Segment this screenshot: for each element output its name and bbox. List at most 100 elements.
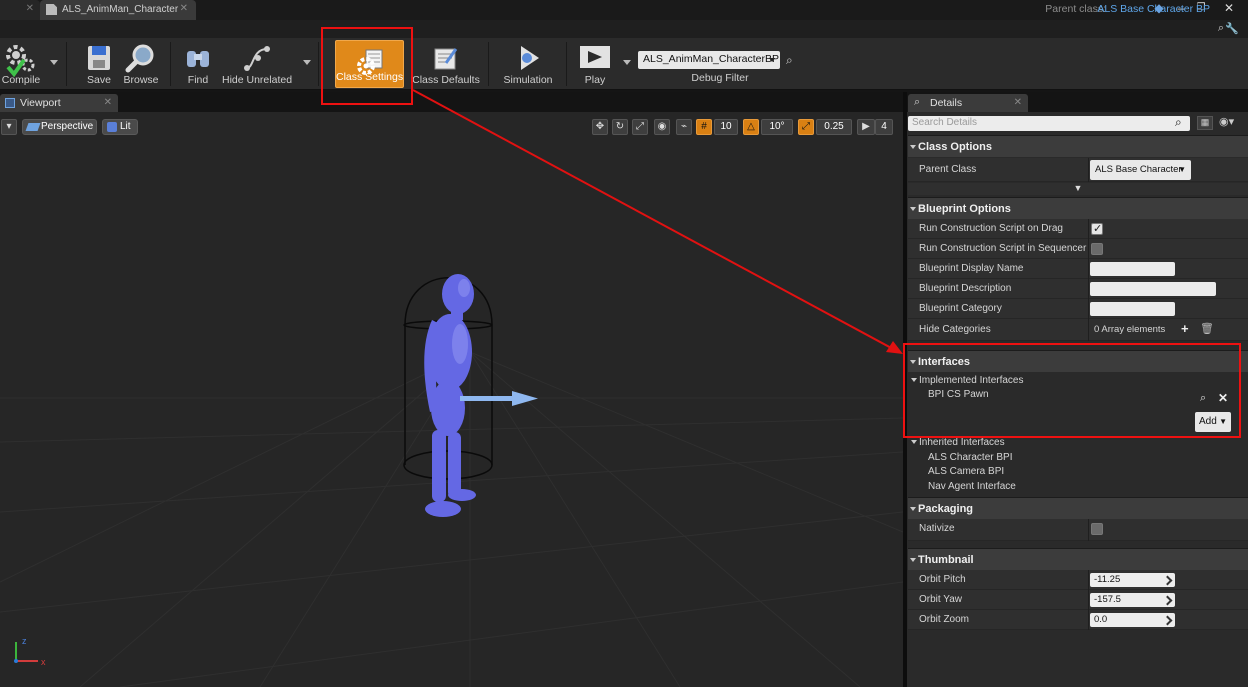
tab-details[interactable]: ⌕ Details ✕ bbox=[908, 94, 1028, 112]
orbit-yaw-input[interactable]: -157.5 bbox=[1090, 593, 1175, 607]
bp-display-name-input[interactable] bbox=[1090, 262, 1175, 276]
close-window-button[interactable]: ✕ bbox=[1220, 1, 1238, 16]
surface-snap-icon[interactable]: ⌁ bbox=[676, 119, 692, 135]
category-thumbnail[interactable]: Thumbnail bbox=[908, 548, 1248, 570]
debug-filter-label: Debug Filter bbox=[691, 72, 749, 84]
hide-unrelated-button[interactable]: Hide Unrelated bbox=[222, 38, 292, 90]
class-defaults-button[interactable]: Class Defaults bbox=[412, 38, 480, 90]
inherited-interfaces-header[interactable]: Inherited Interfaces bbox=[908, 436, 1248, 451]
orbit-pitch-input[interactable]: -11.25 bbox=[1090, 573, 1175, 587]
search-details-input[interactable]: Search Details bbox=[908, 116, 1190, 131]
compile-icon bbox=[6, 45, 35, 77]
row-divider bbox=[1088, 259, 1089, 279]
grid-snap-value[interactable]: 10 bbox=[714, 119, 738, 135]
find-button[interactable]: Find bbox=[180, 38, 216, 90]
hide-categories-value: 0 Array elements bbox=[1094, 324, 1166, 335]
save-button[interactable]: Save bbox=[80, 38, 118, 90]
orbit-pitch-value: -11.25 bbox=[1094, 574, 1121, 585]
category-packaging[interactable]: Packaging bbox=[908, 497, 1248, 519]
viewport[interactable]: z x bbox=[0, 112, 903, 687]
world-space-icon[interactable]: ◉ bbox=[654, 119, 670, 135]
close-icon[interactable]: ✕ bbox=[104, 97, 112, 108]
category-label: Packaging bbox=[918, 503, 974, 515]
row-divider bbox=[1088, 239, 1089, 259]
tab-document[interactable]: ALS_AnimMan_Character ✕ bbox=[40, 0, 196, 20]
orbit-yaw-value: -157.5 bbox=[1094, 594, 1121, 605]
scale-icon[interactable]: ⤢ bbox=[632, 119, 648, 135]
view-options-icon[interactable]: ▦ bbox=[1197, 116, 1213, 130]
tab-viewport[interactable]: Viewport ✕ bbox=[0, 94, 118, 112]
row-divider bbox=[1088, 299, 1089, 319]
play-label: Play bbox=[584, 74, 606, 86]
toolbar-divider bbox=[488, 42, 489, 86]
lit-button[interactable]: Lit bbox=[102, 119, 138, 135]
viewport-options-button[interactable]: ▾ bbox=[1, 119, 17, 135]
close-icon[interactable]: ✕ bbox=[26, 3, 34, 14]
blueprint-icon bbox=[46, 4, 57, 15]
play-options-caret[interactable] bbox=[623, 60, 631, 65]
node-graph-icon bbox=[244, 46, 270, 71]
play-icon bbox=[580, 46, 610, 68]
lit-icon bbox=[107, 122, 117, 132]
row-run-construction-sequencer: Run Construction Script in Sequencer bbox=[908, 239, 1248, 259]
orbit-zoom-input[interactable]: 0.0 bbox=[1090, 613, 1175, 627]
translate-icon[interactable]: ✥ bbox=[592, 119, 608, 135]
run-construction-drag-checkbox[interactable] bbox=[1091, 222, 1103, 235]
category-blueprint-options[interactable]: Blueprint Options bbox=[908, 197, 1248, 219]
compile-options-caret[interactable] bbox=[50, 60, 58, 65]
hide-unrelated-caret[interactable] bbox=[303, 60, 311, 65]
add-element-icon[interactable]: + bbox=[1181, 321, 1189, 336]
simulation-button[interactable]: Simulation bbox=[498, 38, 558, 90]
nativize-checkbox[interactable] bbox=[1091, 523, 1103, 535]
expand-advanced-button[interactable]: ▼ bbox=[908, 183, 1248, 195]
row-run-construction-drag: Run Construction Script on Drag bbox=[908, 219, 1248, 239]
inherited-item-label: ALS Character BPI bbox=[928, 452, 1013, 463]
wrench-icon[interactable]: 🔧 bbox=[1225, 22, 1239, 35]
orbit-zoom-value: 0.0 bbox=[1094, 614, 1108, 625]
rotation-snap-icon[interactable]: △ bbox=[743, 119, 759, 135]
play-button[interactable]: Play bbox=[574, 38, 616, 90]
row-label: Run Construction Script in Sequencer bbox=[919, 243, 1087, 254]
axis-label-x: x bbox=[41, 657, 46, 667]
bp-description-input[interactable] bbox=[1090, 282, 1216, 296]
row-divider bbox=[1088, 519, 1089, 541]
compile-button[interactable]: Compile bbox=[0, 38, 42, 90]
run-construction-sequencer-checkbox[interactable] bbox=[1091, 243, 1103, 255]
camera-speed-icon[interactable]: ▶ bbox=[857, 119, 875, 135]
search-icon[interactable]: ⌕ bbox=[1218, 22, 1224, 35]
browse-button[interactable]: Browse bbox=[120, 38, 162, 90]
tab-previous[interactable]: ✕ bbox=[0, 0, 40, 20]
search-icon[interactable]: ⌕ bbox=[786, 53, 793, 68]
close-icon[interactable]: ✕ bbox=[180, 3, 188, 14]
grid-snap-icon[interactable]: # bbox=[696, 119, 712, 135]
row-orbit-pitch: Orbit Pitch -11.25 bbox=[908, 570, 1248, 590]
inherited-item-label: ALS Camera BPI bbox=[928, 466, 1005, 477]
perspective-button[interactable]: Perspective bbox=[22, 119, 97, 135]
rotation-snap-value[interactable]: 10° bbox=[761, 119, 793, 135]
viewport-scene bbox=[0, 112, 903, 687]
rotate-icon[interactable]: ↻ bbox=[612, 119, 628, 135]
row-divider bbox=[1088, 590, 1089, 610]
scale-snap-value[interactable]: 0.25 bbox=[816, 119, 852, 135]
inherited-item: ALS Camera BPI bbox=[908, 465, 1248, 480]
camera-speed-value[interactable]: 4 bbox=[875, 119, 893, 135]
debug-object-select[interactable]: ALS_AnimMan_CharacterBP bbox=[638, 51, 780, 69]
row-label: Blueprint Display Name bbox=[919, 263, 1024, 274]
scale-snap-icon[interactable]: ⤢ bbox=[798, 119, 814, 135]
perspective-icon bbox=[25, 123, 41, 131]
row-divider bbox=[1088, 279, 1089, 299]
row-divider bbox=[1088, 570, 1089, 590]
row-nativize: Nativize bbox=[908, 519, 1248, 541]
category-class-options[interactable]: Class Options bbox=[908, 135, 1248, 157]
parent-class-link[interactable]: ALS Base Character BP bbox=[1097, 3, 1210, 15]
close-icon[interactable]: ✕ bbox=[1014, 97, 1022, 108]
toolbar-divider bbox=[170, 42, 171, 86]
eye-icon[interactable]: ◉▾ bbox=[1219, 115, 1234, 128]
hide-unrelated-label: Hide Unrelated bbox=[222, 74, 293, 86]
class-defaults-label: Class Defaults bbox=[412, 74, 480, 86]
parent-class-dropdown[interactable]: ALS Base Character ▼ bbox=[1090, 160, 1191, 180]
trash-icon[interactable]: 🗑 bbox=[1200, 322, 1214, 335]
row-label: Blueprint Description bbox=[919, 283, 1012, 294]
toolbar-divider bbox=[318, 42, 319, 86]
bp-category-input[interactable] bbox=[1090, 302, 1175, 316]
